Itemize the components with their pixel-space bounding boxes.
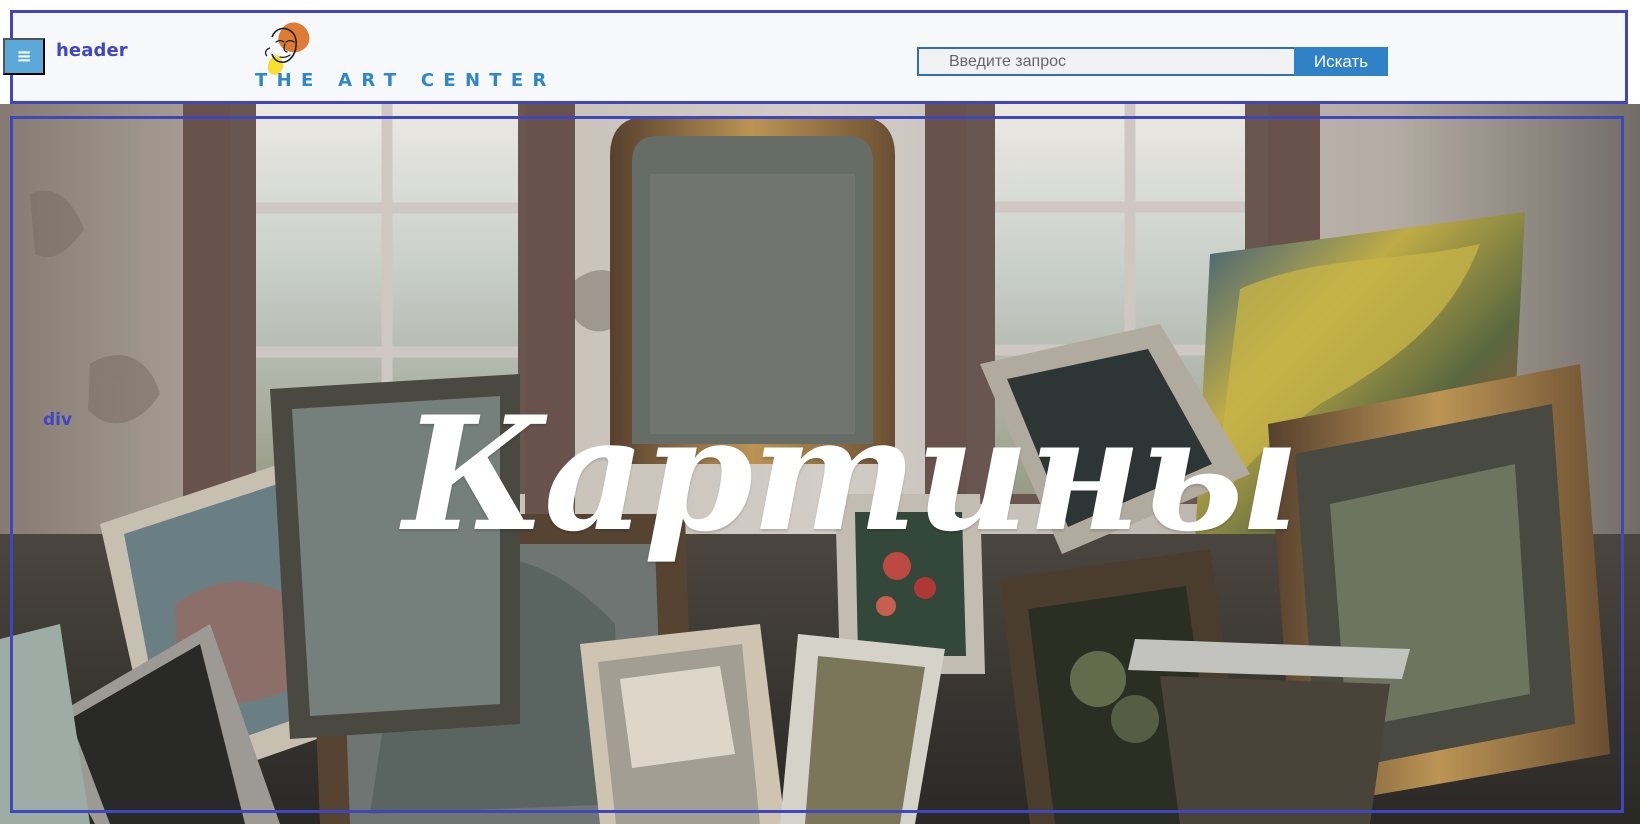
menu-toggle-button[interactable]: ≡ bbox=[3, 38, 45, 75]
hero-title: Картины bbox=[403, 383, 1300, 568]
logo-text: THE ART CENTER bbox=[255, 70, 556, 91]
search-input[interactable] bbox=[917, 47, 1294, 76]
hamburger-menu-icon: ≡ bbox=[16, 46, 32, 67]
logo[interactable]: THE ART CENTER bbox=[255, 18, 546, 96]
abstract-face-logo-icon bbox=[264, 22, 310, 75]
hero-debug-label: div bbox=[43, 410, 73, 430]
header-debug-label: header bbox=[56, 40, 128, 61]
site-header: ≡ header THE ART CENTER Искать bbox=[3, 10, 1628, 104]
search-form: Искать bbox=[917, 47, 1393, 76]
search-button[interactable]: Искать bbox=[1294, 47, 1388, 76]
page: ≡ header THE ART CENTER Искать bbox=[0, 0, 1640, 824]
